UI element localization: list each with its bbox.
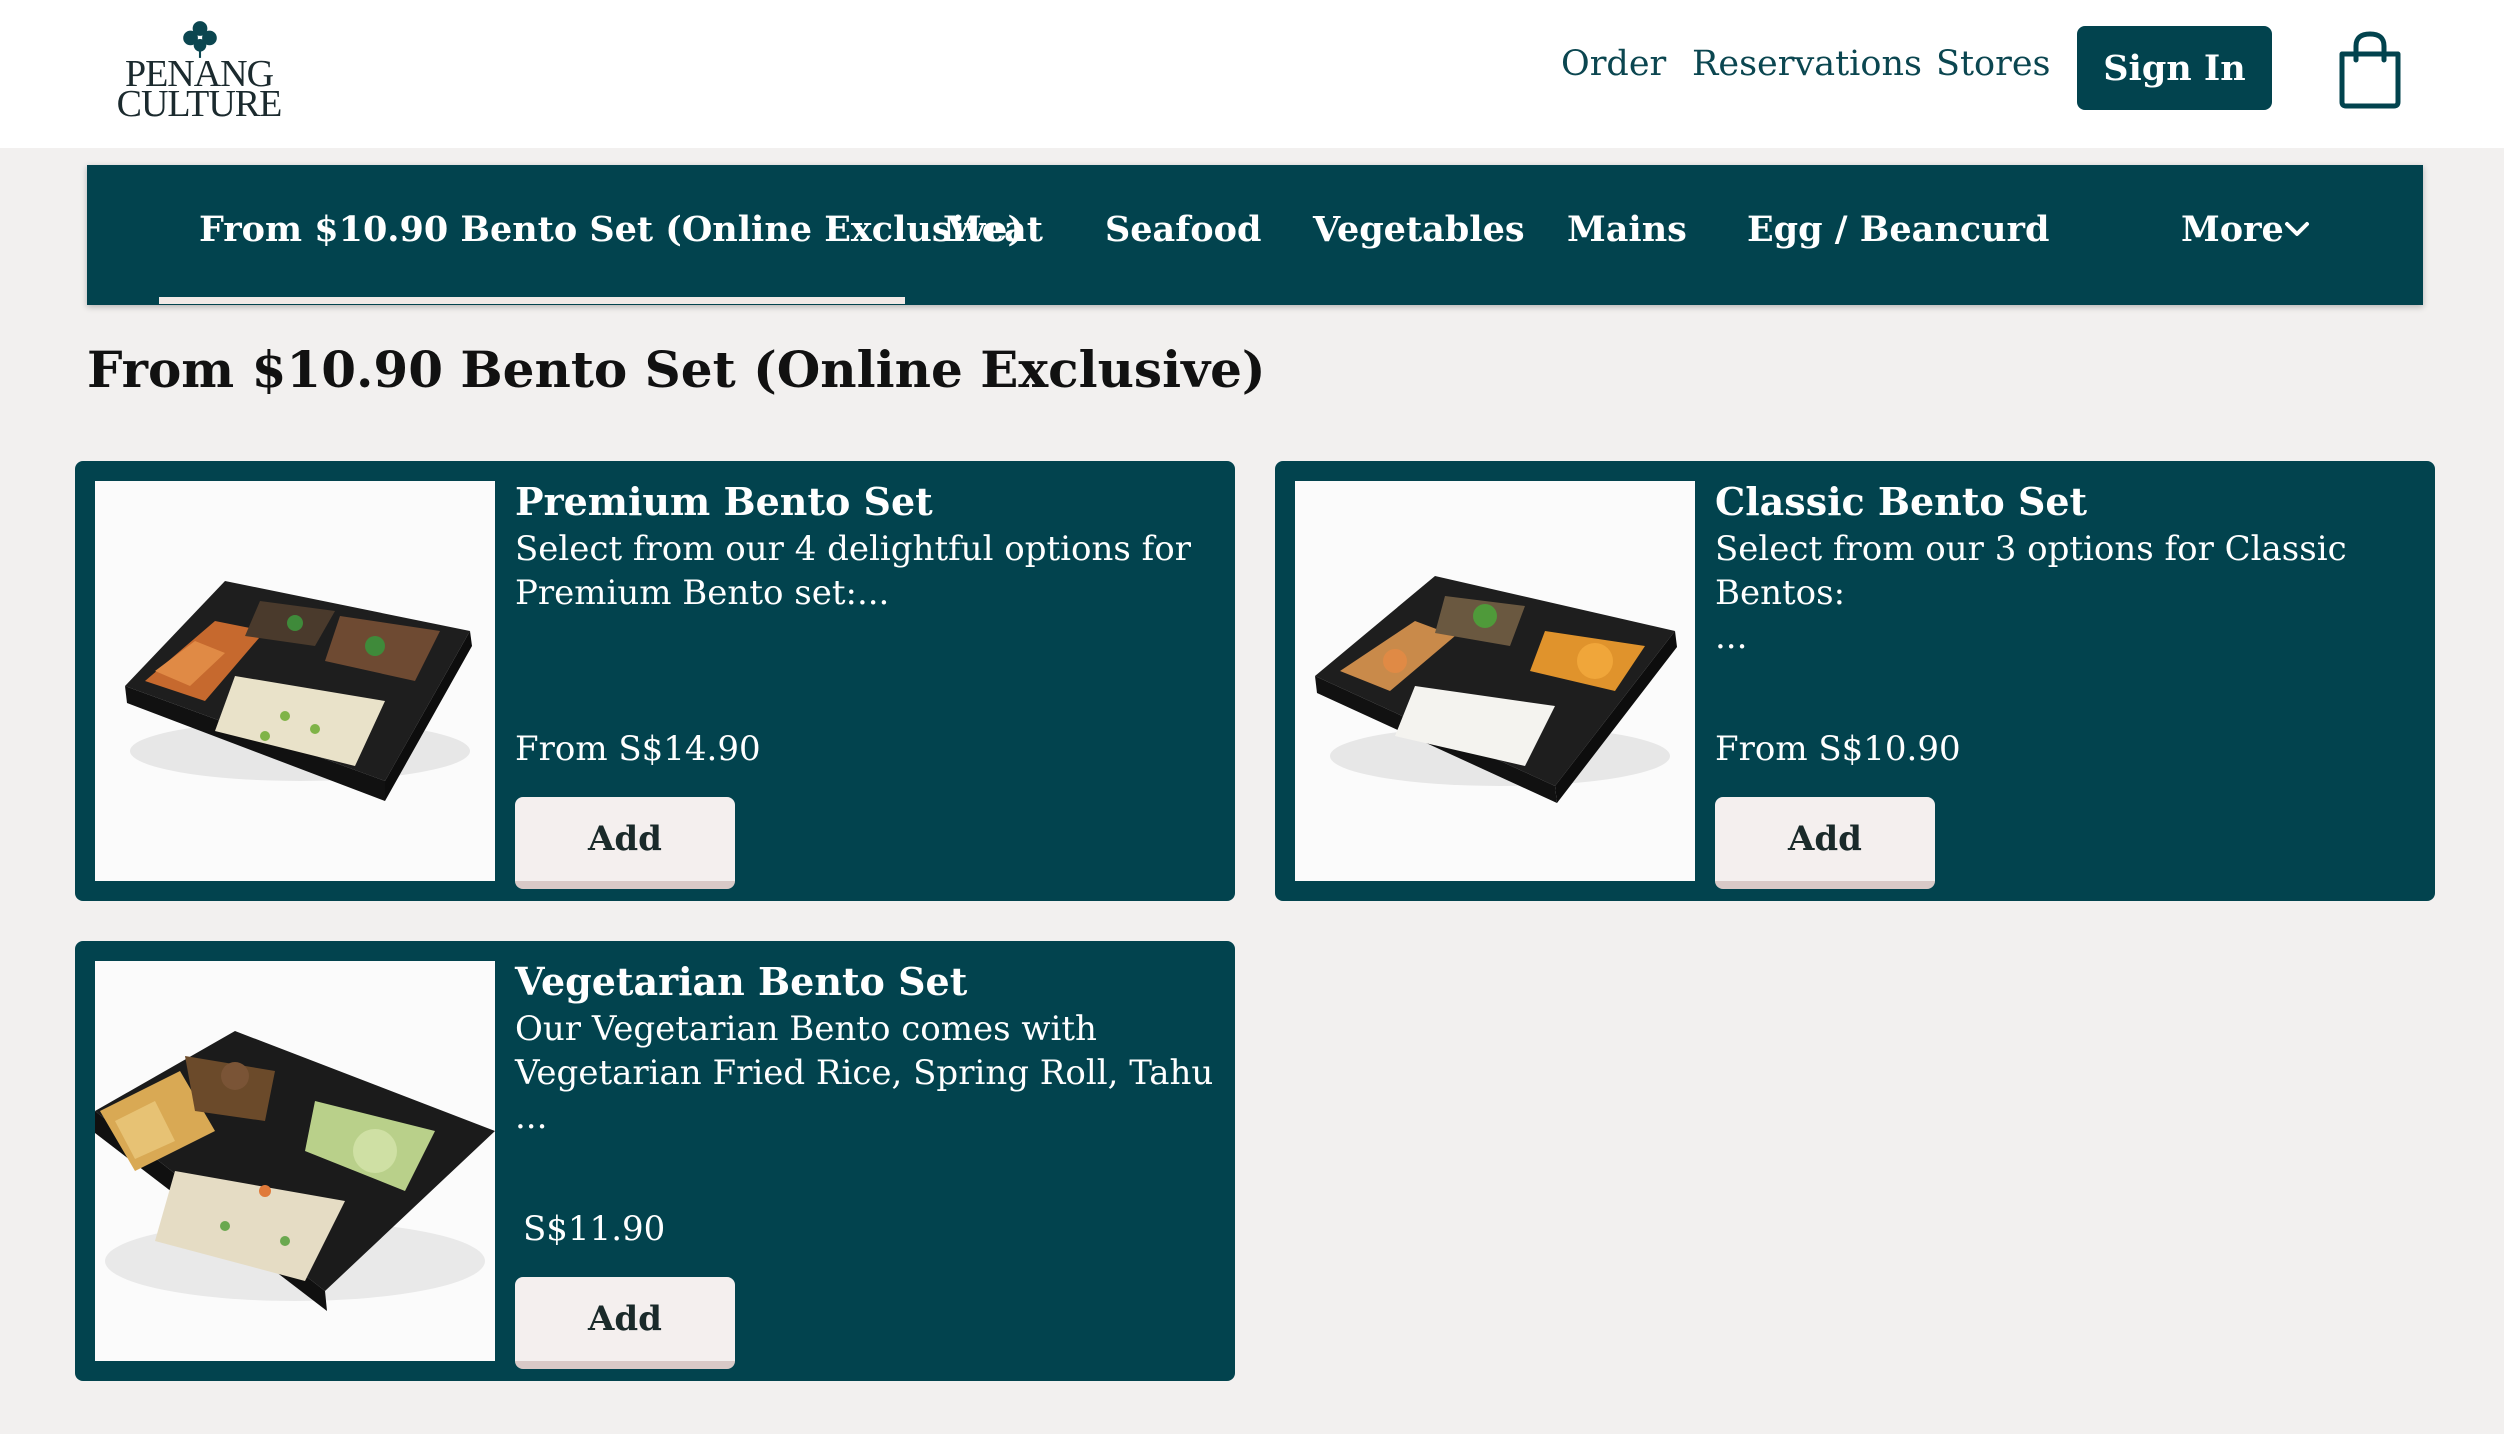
category-tab-seafood[interactable]: Seafood: [1105, 209, 1261, 250]
brand-name-line2: CULTURE: [116, 83, 283, 125]
category-more-label: More: [2181, 209, 2284, 250]
product-card-vegetarian-bento[interactable]: Vegetarian Bento Set Our Vegetarian Bent…: [75, 941, 1235, 1381]
brand-logo[interactable]: PENANG CULTURE: [114, 18, 284, 125]
category-more-button[interactable]: More: [2181, 209, 2284, 250]
product-title: Classic Bento Set: [1715, 479, 2088, 524]
product-price: From S$14.90: [515, 729, 761, 769]
category-tab-vegetables[interactable]: Vegetables: [1313, 209, 1525, 250]
product-description: Our Vegetarian Bento comes with Vegetari…: [515, 1007, 1215, 1139]
add-classic-bento-button[interactable]: Add: [1715, 797, 1935, 889]
product-description-line: Premium Bento set:...: [515, 573, 890, 613]
add-premium-bento-button[interactable]: Add: [515, 797, 735, 889]
product-title: Premium Bento Set: [515, 479, 933, 524]
product-card-premium-bento[interactable]: Premium Bento Set Select from our 4 deli…: [75, 461, 1235, 901]
category-tab-meat[interactable]: Meat: [943, 209, 1043, 250]
product-description-line: Vegetarian Fried Rice, Spring Roll, Tahu…: [515, 1053, 1214, 1137]
site-header: PENANG CULTURE Order Reservations Stores…: [0, 0, 2504, 148]
sign-in-button[interactable]: Sign In: [2077, 26, 2272, 110]
product-image-classic-bento[interactable]: [1295, 481, 1695, 881]
active-tab-indicator: [159, 297, 905, 304]
product-title: Vegetarian Bento Set: [515, 959, 968, 1004]
product-price: S$11.90: [523, 1209, 666, 1249]
category-tab-egg-beancurd[interactable]: Egg / Beancurd: [1747, 209, 2049, 250]
category-nav-bar: From $10.90 Bento Set (Online Exclusive)…: [87, 165, 2423, 305]
chevron-down-icon: [2285, 222, 2309, 236]
section-title: From $10.90 Bento Set (Online Exclusive): [87, 340, 1266, 399]
product-description: Select from our 4 delightful options for…: [515, 527, 1215, 615]
category-tab-mains[interactable]: Mains: [1567, 209, 1687, 250]
product-description-line: Select from our 4 delightful options for: [515, 529, 1191, 569]
product-card-classic-bento[interactable]: Classic Bento Set Select from our 3 opti…: [1275, 461, 2435, 901]
nav-reservations-link[interactable]: Reservations: [1692, 44, 1922, 84]
nav-order-link[interactable]: Order: [1561, 44, 1666, 84]
product-description-line: Our Vegetarian Bento comes with: [515, 1009, 1097, 1049]
product-image-premium-bento[interactable]: [95, 481, 495, 881]
shopping-bag-icon[interactable]: [2338, 30, 2402, 110]
product-description-line: Select from our 3 options for Classic Be…: [1715, 529, 2347, 613]
product-description: Select from our 3 options for Classic Be…: [1715, 527, 2415, 659]
add-vegetarian-bento-button[interactable]: Add: [515, 1277, 735, 1369]
product-description-line: ...: [1715, 617, 1748, 657]
product-price: From S$10.90: [1715, 729, 1961, 769]
product-image-vegetarian-bento[interactable]: [95, 961, 495, 1361]
category-tab-bento-set[interactable]: From $10.90 Bento Set (Online Exclusive): [199, 209, 1024, 250]
nav-stores-link[interactable]: Stores: [1936, 44, 2051, 84]
